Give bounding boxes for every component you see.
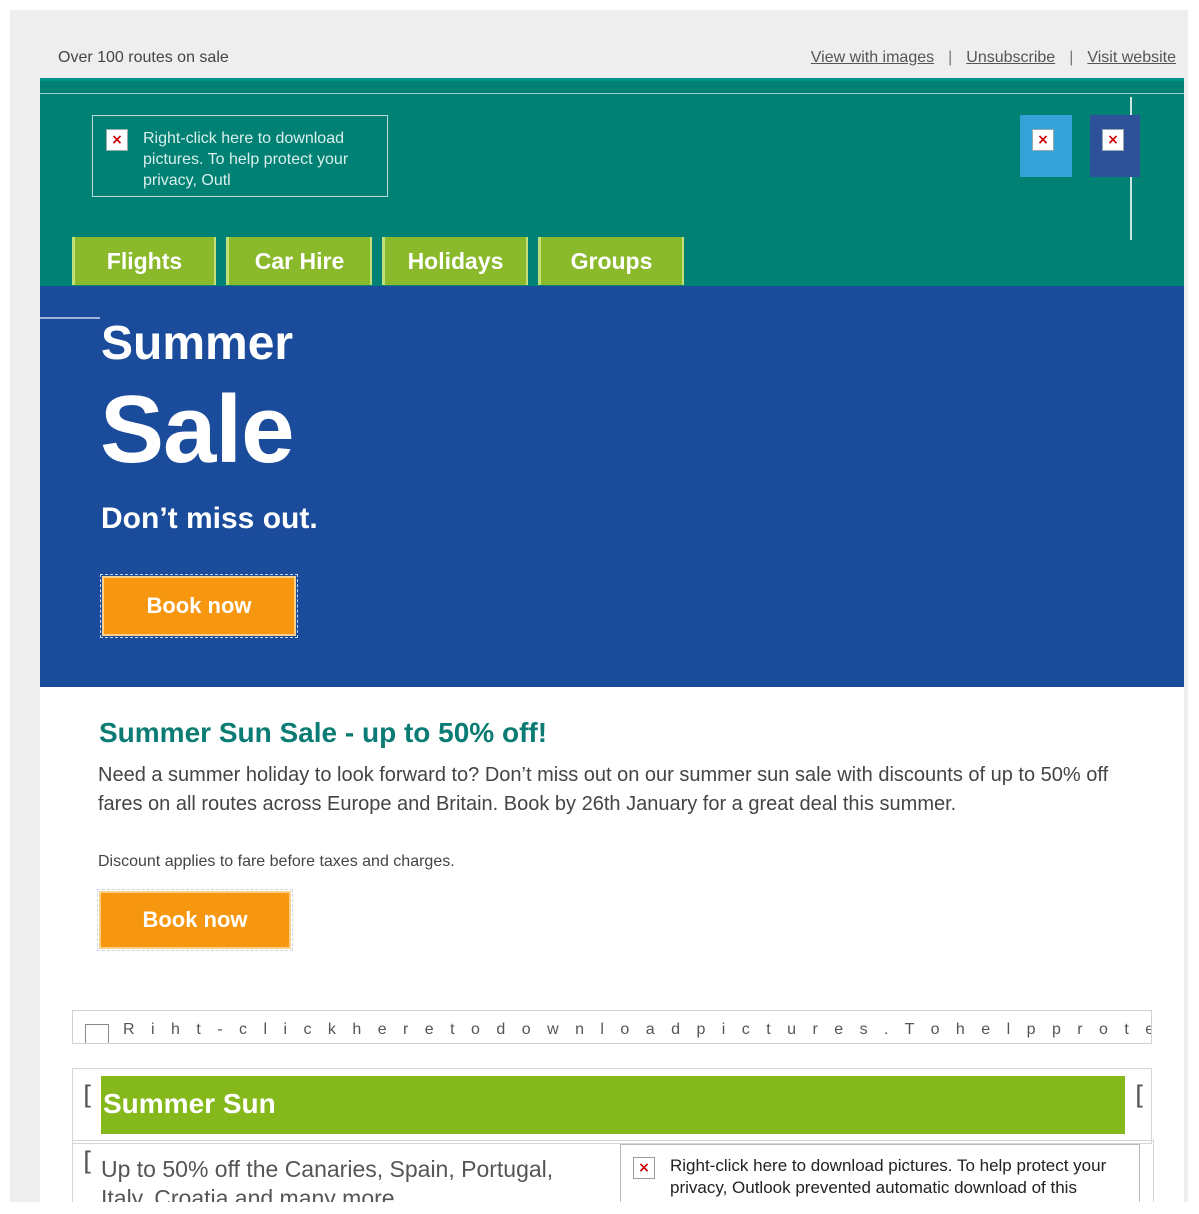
broken-image-icon: × (633, 1157, 655, 1179)
preheader-links: View with images | Unsubscribe | Visit w… (811, 49, 1176, 67)
nav-tab-groups[interactable]: Groups (538, 237, 684, 285)
hero-title-sale: Sale (100, 376, 294, 483)
main-nav: Flights Car Hire Holidays Groups (72, 237, 684, 285)
hero-accent-line (40, 317, 100, 319)
bracket-glyph: [ (83, 1081, 94, 1111)
nav-tab-car-hire[interactable]: Car Hire (226, 237, 372, 285)
link-separator: | (948, 49, 953, 66)
email-canvas: Over 100 routes on sale View with images… (10, 10, 1188, 1202)
destination-image-alt-text: Right-click here to download pictures. T… (670, 1156, 1107, 1202)
logo-alt-text: Right-click here to download pictures. T… (143, 130, 349, 189)
discount-note: Discount applies to fare before taxes an… (98, 853, 455, 870)
twitter-image-placeholder[interactable]: × (1020, 115, 1072, 177)
preheader-tagline: Over 100 routes on sale (58, 49, 229, 66)
broken-image-icon: × (1102, 129, 1124, 151)
facebook-image-placeholder[interactable]: × (1090, 115, 1140, 177)
nav-tab-holidays[interactable]: Holidays (382, 237, 528, 285)
hero-banner: Summer Sale Don’t miss out. Book now (40, 286, 1184, 687)
hero-subtitle: Don’t miss out. (101, 502, 318, 535)
content-section: Summer Sun Sale - up to 50% off! Need a … (40, 687, 1184, 1202)
view-with-images-link[interactable]: View with images (811, 49, 934, 67)
summer-sun-banner: Summer Sun (101, 1076, 1125, 1134)
email-header: × Right-click here to download pictures.… (40, 78, 1184, 289)
image-alt-text-clipped: R i h t - c l i c k h e r e t o d o w n … (123, 1021, 1151, 1038)
destination-image-placeholder[interactable]: × Right-click here to download pictures.… (620, 1144, 1140, 1202)
content-book-now-button[interactable]: Book now (97, 889, 293, 951)
broken-image-icon: × (106, 129, 128, 151)
broken-image-icon: × (1032, 129, 1054, 151)
bracket-glyph: [ (83, 1147, 94, 1177)
link-separator: | (1069, 49, 1074, 66)
nav-tab-flights[interactable]: Flights (72, 237, 216, 285)
sale-heading: Summer Sun Sale - up to 50% off! (99, 717, 548, 748)
logo-image-placeholder[interactable]: × Right-click here to download pictures.… (92, 115, 388, 197)
hero-title-summer: Summer (101, 317, 294, 370)
image-placeholder-row[interactable]: R i h t - c l i c k h e r e t o d o w n … (72, 1010, 1152, 1044)
summer-sun-description: Up to 50% off the Canaries, Spain, Portu… (101, 1156, 554, 1202)
bracket-glyph: [ (1135, 1081, 1146, 1111)
hero-book-now-button[interactable]: Book now (100, 574, 298, 638)
unsubscribe-link[interactable]: Unsubscribe (966, 49, 1055, 67)
summer-sun-title: Summer Sun (103, 1088, 276, 1119)
visit-website-link[interactable]: Visit website (1087, 49, 1176, 67)
sale-description: Need a summer holiday to look forward to… (98, 764, 1109, 815)
header-divider (40, 93, 1184, 94)
broken-image-icon (85, 1024, 109, 1043)
